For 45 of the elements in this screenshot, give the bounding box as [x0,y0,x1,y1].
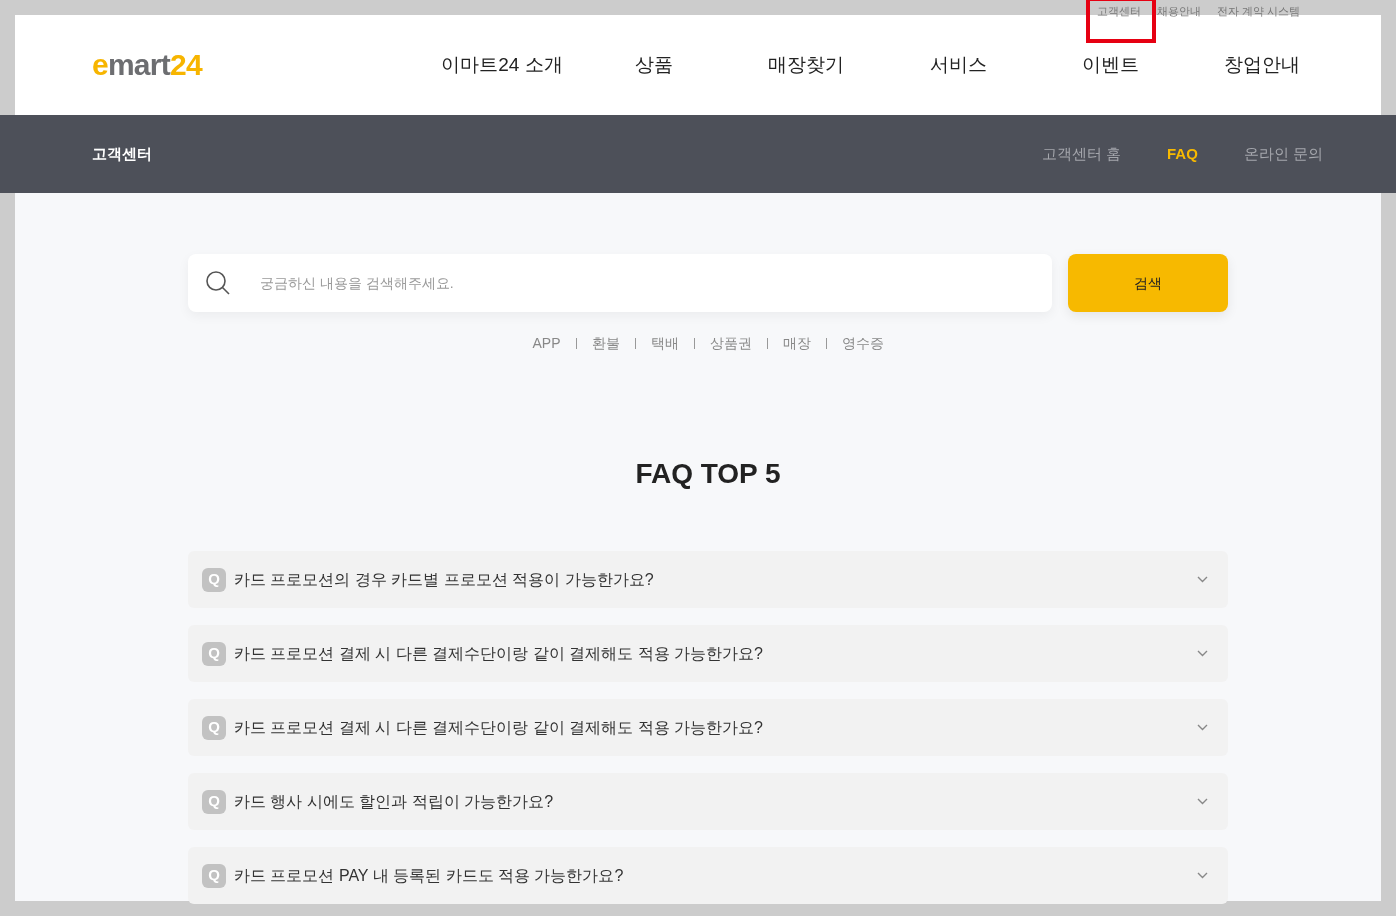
faq-question: 카드 프로모션의 경우 카드별 프로모션 적용이 가능한가요? [234,569,654,590]
logo[interactable]: emart24 [92,50,202,80]
faq-item[interactable]: Q 카드 프로모션의 경우 카드별 프로모션 적용이 가능한가요? [188,551,1228,608]
keyword-link[interactable]: 택배 [650,333,679,354]
q-badge: Q [202,863,226,888]
q-badge: Q [202,789,226,814]
keyword-link[interactable]: 상품권 [709,333,752,354]
keyword-link[interactable]: 매장 [782,333,811,354]
faq-item[interactable]: Q 카드 프로모션 PAY 내 등록된 카드도 적용 가능한가요? [188,847,1228,904]
q-badge: Q [202,715,226,740]
faq-item[interactable]: Q 카드 프로모션 결제 시 다른 결제수단이랑 같이 결제해도 적용 가능한가요? [188,625,1228,682]
chevron-icon [1197,798,1208,805]
utility-link[interactable]: 전자 계약 시스템 [1216,5,1300,17]
faq-item[interactable]: Q 카드 행사 시에도 할인과 적립이 가능한가요? [188,773,1228,830]
q-badge: Q [202,567,226,592]
nav-item[interactable]: 이마트24 소개 [441,50,563,80]
keyword-link[interactable]: APP [532,333,561,354]
faq-item[interactable]: Q 카드 프로모션 결제 시 다른 결제수단이랑 같이 결제해도 적용 가능한가요? [188,699,1228,756]
nav-item[interactable]: 이벤트 [1081,50,1139,80]
utility-link[interactable]: 고객센터 [1096,5,1141,17]
faq-question: 카드 프로모션 결제 시 다른 결제수단이랑 같이 결제해도 적용 가능한가요? [234,643,763,664]
nav-item[interactable]: 서비스 [929,50,987,80]
nav-item[interactable]: 매장찾기 [768,50,844,80]
faq-question: 카드 행사 시에도 할인과 적립이 가능한가요? [234,791,554,812]
subnav-tab[interactable]: FAQ [1167,142,1198,166]
chevron-icon [1197,724,1208,731]
search-input[interactable]: 궁금하신 내용을 검색해주세요. [260,272,1052,294]
nav-item[interactable]: 창업안내 [1224,50,1300,80]
search-icon [205,270,231,296]
utility-link[interactable]: 채용안내 [1156,5,1201,17]
subnav-tab[interactable]: 온라인 문의 [1243,142,1323,166]
chevron-icon [1197,576,1208,583]
chevron-icon [1197,872,1208,879]
section-title: 고객센터 [92,143,152,164]
faq-question: 카드 프로모션 결제 시 다른 결제수단이랑 같이 결제해도 적용 가능한가요? [234,717,763,738]
search-box[interactable]: 궁금하신 내용을 검색해주세요. [188,254,1052,312]
subnav-tab[interactable]: 고객센터 홈 [1041,142,1121,166]
nav-item[interactable]: 상품 [635,50,673,80]
q-badge: Q [202,641,226,666]
faq-question: 카드 프로모션 PAY 내 등록된 카드도 적용 가능한가요? [234,865,624,886]
keyword-link[interactable]: 영수증 [841,333,884,354]
faq-title: FAQ TOP 5 [634,457,782,491]
chevron-icon [1197,650,1208,657]
keyword-link[interactable]: 환불 [591,333,620,354]
search-button[interactable]: 검색 [1068,254,1228,312]
